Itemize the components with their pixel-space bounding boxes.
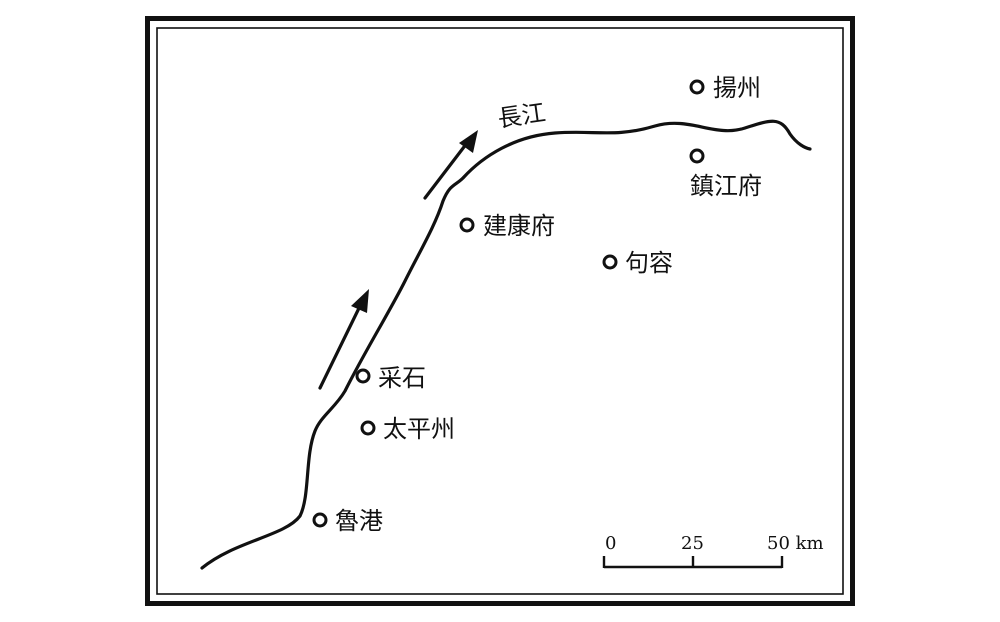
city-marker-icon <box>689 148 705 164</box>
place-yangzhou: 揚州 <box>689 74 761 102</box>
place-label: 建康府 <box>483 212 555 240</box>
place-label: 太平州 <box>383 415 455 443</box>
place-taiping: 太平州 <box>360 415 455 443</box>
scale-bar: 0 25 50 km <box>602 533 824 569</box>
city-marker-icon <box>312 512 328 528</box>
place-lugang: 魯港 <box>312 507 383 535</box>
city-marker-icon <box>459 217 475 233</box>
scale-tick-label: 0 <box>605 533 616 554</box>
scale-tick-label: 25 <box>681 533 704 554</box>
map-frame: 長江 揚州 鎮江府 建康府 句容 采石 太平州 魯港 0 25 50 km <box>145 16 855 606</box>
place-jiankang: 建康府 <box>459 212 555 240</box>
place-label: 揚州 <box>713 74 761 102</box>
place-label: 采石 <box>378 364 426 392</box>
city-marker-icon <box>360 420 376 436</box>
place-jurong: 句容 <box>602 249 673 277</box>
city-marker-icon <box>689 79 705 95</box>
place-label: 魯港 <box>335 507 383 535</box>
city-marker-icon <box>602 254 618 270</box>
place-zhenjiang: 鎮江府 <box>689 148 762 200</box>
place-caishi: 采石 <box>355 364 426 392</box>
map-canvas: 長江 揚州 鎮江府 建康府 句容 采石 太平州 魯港 0 25 50 km <box>145 16 855 606</box>
place-label: 句容 <box>625 249 673 277</box>
scale-tick-label: 50 km <box>767 533 824 554</box>
river-name-label: 長江 <box>496 99 547 133</box>
place-label: 鎮江府 <box>690 172 762 200</box>
city-marker-icon <box>355 368 371 384</box>
